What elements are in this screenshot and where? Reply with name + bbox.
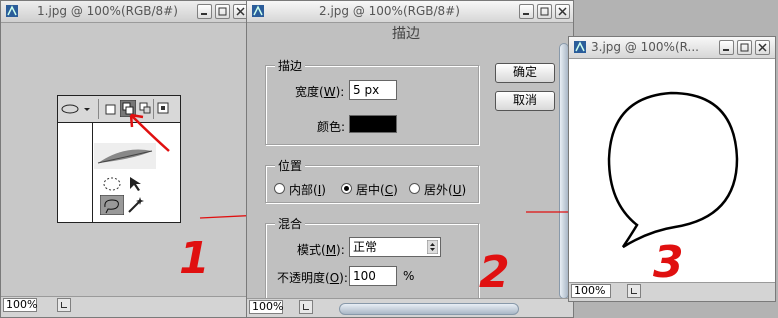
radio-center[interactable] [341, 183, 352, 194]
opacity-input[interactable]: 100 [349, 266, 397, 286]
status-menu-icon[interactable] [627, 284, 641, 298]
mode-label: 模式(M): [297, 243, 345, 257]
window-1-statusbar: 100% [1, 296, 249, 317]
annotation-number-1: 1 [179, 233, 210, 284]
radio-inside-label[interactable]: 内部(I) [289, 181, 326, 198]
red-arrow-annotation [129, 113, 170, 152]
new-selection-icon[interactable] [104, 102, 118, 116]
annotation-number-2: 2 [479, 247, 510, 298]
maximize-icon [540, 7, 549, 16]
cancel-button[interactable]: 取消 [495, 91, 555, 111]
lasso-tool-icon[interactable] [100, 195, 124, 215]
color-swatch[interactable] [349, 115, 397, 133]
close-button[interactable] [555, 4, 570, 19]
maximize-icon [740, 43, 749, 52]
color-label: 颜色: [317, 120, 346, 134]
minimize-icon [723, 49, 729, 51]
magic-wand-icon[interactable] [126, 195, 146, 215]
minimize-button[interactable] [197, 4, 212, 19]
opacity-unit: % [403, 269, 415, 283]
horizontal-scrollbar[interactable] [339, 303, 519, 315]
speech-bubble-stroke [607, 91, 739, 249]
minimize-button[interactable] [519, 4, 534, 19]
window-3-statusbar: 100% [569, 282, 775, 301]
radio-outside-label[interactable]: 居外(U) [424, 181, 466, 198]
close-icon [558, 7, 567, 16]
window-1: 1.jpg @ 100%(RGB/8#) 1 100% [0, 0, 250, 318]
radio-outside[interactable] [409, 183, 420, 194]
window-2-title: 2.jpg @ 100%(RGB/8#) [319, 4, 460, 18]
move-tool-icon[interactable] [126, 175, 146, 193]
close-icon [236, 7, 245, 16]
window-3-titlebar[interactable]: 3.jpg @ 100%(R... [569, 37, 775, 59]
close-icon [758, 43, 767, 52]
width-input[interactable]: 5 px [349, 80, 397, 100]
maximize-button[interactable] [215, 4, 230, 19]
location-group-label: 位置 [275, 157, 306, 174]
status-menu-icon[interactable] [57, 298, 71, 312]
status-menu-icon[interactable] [299, 300, 313, 314]
stroke-group-label: 描边 [275, 57, 306, 74]
lasso-tool-preset-icon[interactable] [60, 102, 90, 116]
opacity-label: 不透明度(O): [277, 271, 348, 285]
stroke-dialog: 描边 描边 宽度(W): 5 px 颜色: 位置 内部(I) 居中(C) 居外(… [249, 23, 571, 304]
maximize-icon [218, 7, 227, 16]
zoom-field[interactable]: 100% [249, 300, 283, 314]
window-2: 2.jpg @ 100%(RGB/8#) 描边 描边 宽度(W): 5 px 颜… [246, 0, 574, 318]
blend-group [265, 223, 479, 304]
window-3-title: 3.jpg @ 100%(R... [591, 40, 699, 54]
maximize-button[interactable] [537, 4, 552, 19]
window-2-statusbar: 100% [247, 298, 573, 317]
close-button[interactable] [755, 40, 770, 55]
window-1-title: 1.jpg @ 100%(RGB/8#) [37, 4, 178, 18]
zoom-field[interactable]: 100% [571, 284, 611, 298]
annotation-number-3: 3 [653, 237, 684, 288]
stroke-group [265, 65, 479, 145]
minimize-button[interactable] [719, 40, 734, 55]
elliptical-marquee-icon[interactable] [102, 175, 124, 193]
zoom-field[interactable]: 100% [3, 298, 37, 312]
photoshop-icon [6, 5, 18, 17]
mode-select-value: 正常 [353, 240, 378, 254]
photoshop-icon [252, 5, 264, 17]
window-3: 3.jpg @ 100%(R... 3 100% [568, 36, 776, 302]
photoshop-icon [574, 41, 586, 53]
select-arrows-icon [427, 240, 438, 254]
width-label: 宽度(W): [295, 85, 345, 99]
minimize-icon [523, 13, 529, 15]
radio-center-label[interactable]: 居中(C) [356, 181, 398, 198]
blend-group-label: 混合 [275, 215, 306, 232]
ok-button[interactable]: 确定 [495, 63, 555, 83]
mode-select[interactable]: 正常 [349, 237, 441, 257]
maximize-button[interactable] [737, 40, 752, 55]
radio-inside[interactable] [274, 183, 285, 194]
window-2-titlebar[interactable]: 2.jpg @ 100%(RGB/8#) [247, 1, 573, 23]
dialog-heading: 描边 [392, 26, 420, 42]
window-1-titlebar[interactable]: 1.jpg @ 100%(RGB/8#) [1, 1, 249, 23]
minimize-icon [201, 13, 207, 15]
